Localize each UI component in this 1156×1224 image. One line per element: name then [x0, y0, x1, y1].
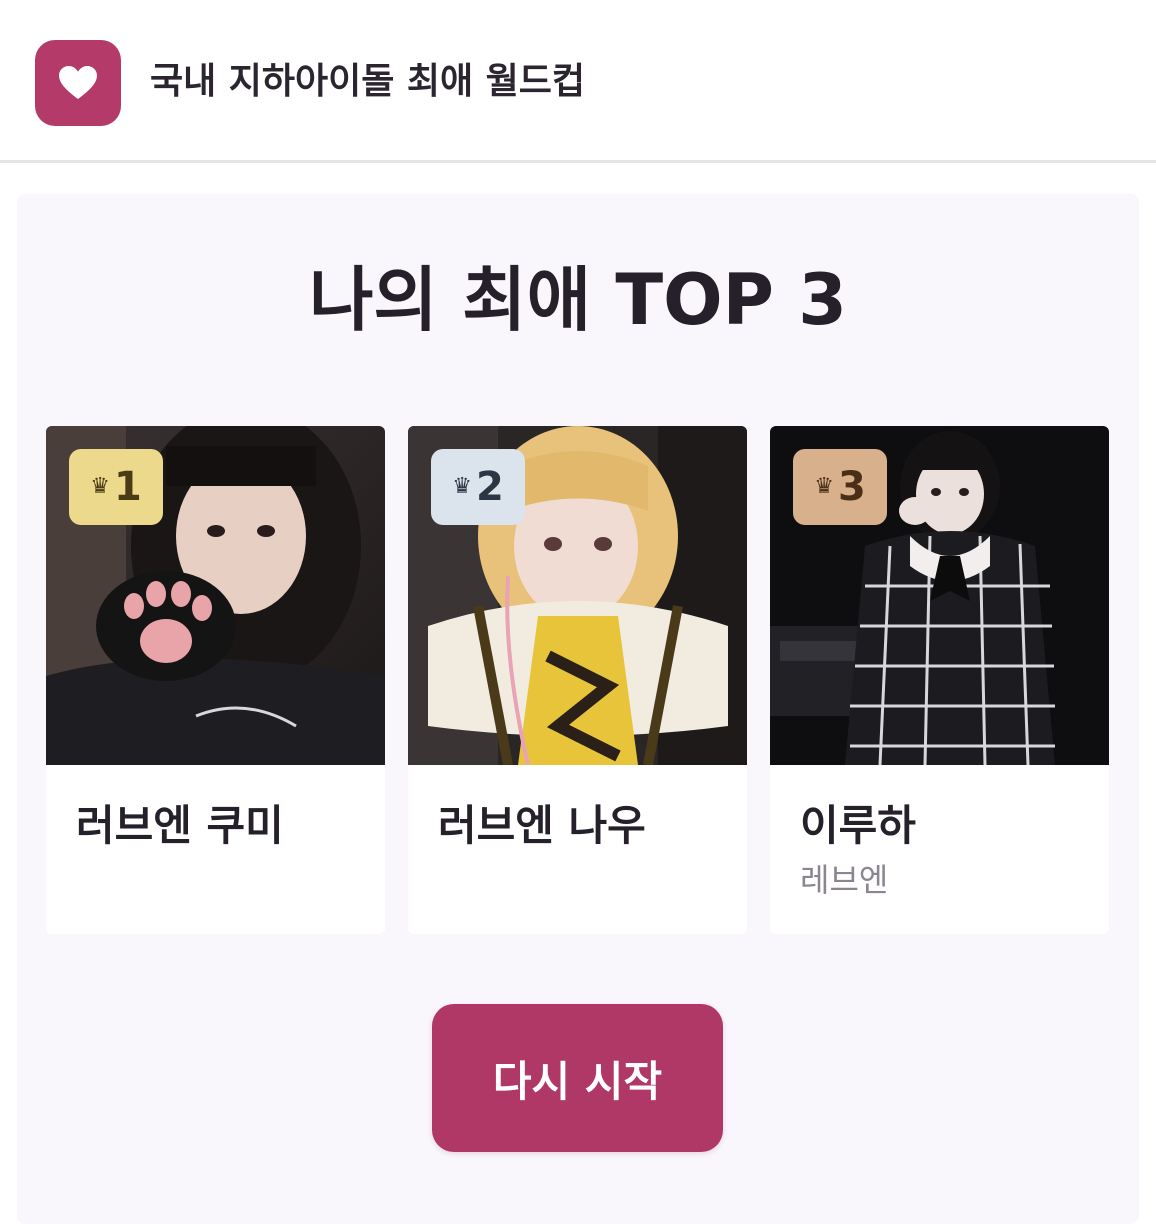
restart-button[interactable]: 다시 시작: [432, 1004, 723, 1152]
result-card-3[interactable]: ♛ 3 이루하 레브엔: [770, 426, 1109, 934]
rank-number: 3: [837, 464, 866, 510]
crown-icon: ♛: [814, 474, 834, 499]
idol-name: 이루하: [800, 801, 916, 850]
app-logo: [35, 40, 121, 126]
page-title: 나의 최애 TOP 3: [309, 259, 847, 341]
idol-name: 러브엔 쿠미: [76, 801, 284, 850]
rank-badge: ♛ 3: [793, 449, 887, 525]
rank-badge: ♛ 1: [69, 449, 163, 525]
result-card-1[interactable]: ♛ 1 러브엔 쿠미: [46, 426, 385, 934]
rank-number: 1: [113, 464, 142, 510]
heart-icon: [59, 66, 97, 99]
app-title: 국내 지하아이돌 최애 월드컵: [150, 61, 586, 102]
app-header: 국내 지하아이돌 최애 월드컵: [0, 0, 1156, 163]
rank-badge: ♛ 2: [431, 449, 525, 525]
idol-group: 레브엔: [800, 861, 889, 899]
crown-icon: ♛: [90, 474, 110, 499]
crown-icon: ♛: [452, 474, 472, 499]
rank-number: 2: [475, 464, 504, 510]
result-card-2[interactable]: ♛ 2 러브엔 나우: [408, 426, 747, 934]
idol-name: 러브엔 나우: [438, 801, 646, 850]
